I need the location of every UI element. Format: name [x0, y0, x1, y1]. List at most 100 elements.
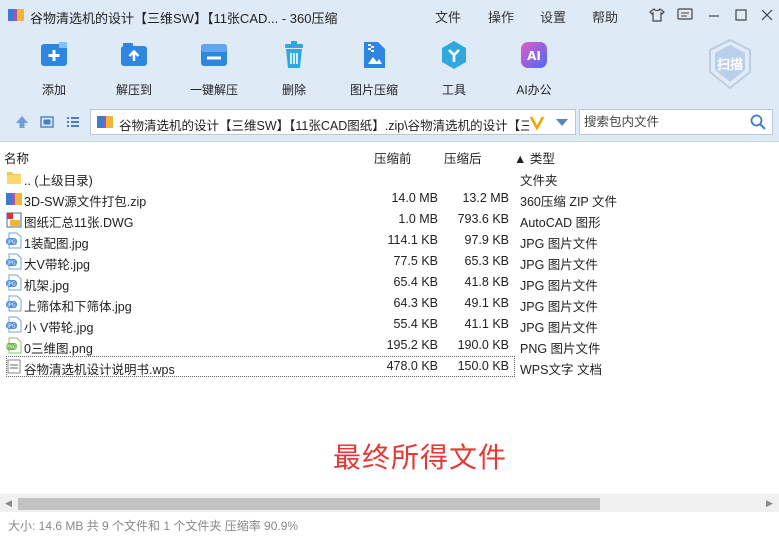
chevron-down-icon[interactable]	[555, 116, 569, 128]
size-before: 478.0 KB	[386, 359, 438, 373]
list-item[interactable]: 图纸汇总11张.DWG 1.0 MB 793.6 KB AutoCAD 图形	[0, 209, 779, 230]
list-item[interactable]: JPG 上筛体和下筛体.jpg 64.3 KB 49.1 KB JPG 图片文件	[0, 293, 779, 314]
address-bar: 谷物清选机的设计【三维SW】【11张CAD图纸】.zip\谷物清选机的设计【三维	[0, 102, 779, 142]
image-compress-icon	[364, 42, 385, 68]
message-icon[interactable]	[675, 5, 695, 25]
file-name: 机架.jpg	[24, 279, 70, 293]
one-click-extract-button[interactable]: 一键解压	[174, 40, 254, 98]
size-after: 13.2 MB	[462, 191, 509, 205]
scroll-left-icon[interactable]: ◀	[5, 498, 12, 509]
file-type: JPG 图片文件	[520, 258, 598, 272]
file-name: 谷物清选机设计说明书.wps	[24, 363, 175, 377]
scan-label: 扫描	[717, 57, 743, 73]
title-bar: 谷物清选机的设计【三维SW】【11张CAD... - 360压缩 文件 操作 设…	[0, 0, 779, 30]
history-v-icon[interactable]	[529, 114, 545, 130]
column-compressed-after[interactable]: 压缩后	[444, 148, 482, 167]
window-title: 谷物清选机的设计【三维SW】【11张CAD... - 360压缩	[30, 11, 338, 26]
svg-text:AI: AI	[527, 49, 541, 63]
list-item[interactable]: 3D-SW源文件打包.zip 14.0 MB 13.2 MB 360压缩 ZIP…	[0, 188, 779, 209]
one-click-extract-label: 一键解压	[189, 83, 238, 97]
path-field[interactable]: 谷物清选机的设计【三维SW】【11张CAD图纸】.zip\谷物清选机的设计【三维	[90, 109, 576, 135]
file-type: JPG 图片文件	[520, 300, 598, 314]
ai-office-button[interactable]: AI AI办公	[494, 40, 574, 98]
search-icon[interactable]	[750, 114, 766, 130]
file-name: 图纸汇总11张.DWG	[24, 216, 134, 230]
column-header: 名称 压缩前 压缩后 ▲ 类型	[0, 145, 779, 167]
list-item[interactable]: JPG 1装配图.jpg 114.1 KB 97.9 KB JPG 图片文件	[0, 230, 779, 251]
size-after: 190.0 KB	[457, 338, 509, 352]
toolbar: 添加 解压到 一键解压 删除 图片压缩 工具 AI AI办公 扫描	[0, 30, 779, 102]
file-type: 文件夹	[520, 174, 558, 188]
status-bar: 大小: 14.6 MB 共 9 个文件和 1 个文件夹 压缩率 90.9%	[0, 514, 779, 536]
list-item[interactable]: JPG 大V带轮.jpg 77.5 KB 65.3 KB JPG 图片文件	[0, 251, 779, 272]
search-input[interactable]	[584, 114, 744, 130]
ai-office-label: AI办公	[516, 83, 552, 97]
minimize-icon[interactable]	[704, 5, 724, 25]
file-type: AutoCAD 图形	[520, 216, 601, 230]
list-item[interactable]: PNG 0三维图.png 195.2 KB 190.0 KB PNG 图片文件	[0, 335, 779, 356]
delete-button[interactable]: 删除	[254, 40, 334, 98]
annotation-text: 最终所得文件	[333, 441, 508, 474]
size-after: 41.8 KB	[464, 275, 509, 289]
extract-to-label: 解压到	[115, 83, 152, 97]
zip-icon	[6, 193, 22, 205]
close-icon[interactable]	[757, 5, 777, 25]
status-text: 大小: 14.6 MB 共 9 个文件和 1 个文件夹 压缩率 90.9%	[8, 519, 299, 533]
jpg-icon: JPG	[6, 316, 22, 333]
jpg-icon: JPG	[6, 253, 22, 270]
menu-file[interactable]: 文件	[435, 7, 461, 26]
extract-to-button[interactable]: 解压到	[94, 40, 174, 98]
size-before: 64.3 KB	[393, 296, 438, 310]
file-type: JPG 图片文件	[520, 237, 598, 251]
scroll-right-icon[interactable]: ▶	[766, 498, 773, 509]
jpg-icon: JPG	[6, 274, 22, 291]
wps-icon	[7, 359, 21, 374]
jpg-icon: JPG	[6, 232, 22, 249]
file-name: 3D-SW源文件打包.zip	[24, 195, 147, 209]
list-item[interactable]: .. (上级目录) 文件夹	[0, 167, 779, 188]
path-text: 谷物清选机的设计【三维SW】【11张CAD图纸】.zip\谷物清选机的设计【三维	[119, 119, 529, 133]
delete-icon	[285, 41, 303, 68]
jpg-icon: JPG	[6, 295, 22, 312]
scrollbar-thumb[interactable]	[18, 498, 600, 510]
menu-operation[interactable]: 操作	[488, 7, 514, 26]
extract-to-icon	[121, 43, 147, 66]
shield-icon: 扫描	[709, 38, 751, 90]
size-before: 1.0 MB	[398, 212, 438, 226]
search-field[interactable]	[579, 109, 773, 135]
png-icon: PNG	[6, 337, 22, 354]
menu-help[interactable]: 帮助	[592, 7, 618, 26]
zip-archive-icon	[97, 116, 113, 128]
size-before: 65.4 KB	[393, 275, 438, 289]
image-compress-button[interactable]: 图片压缩	[334, 40, 414, 98]
size-before: 195.2 KB	[386, 338, 438, 352]
column-type[interactable]: ▲ 类型	[514, 148, 555, 167]
add-button[interactable]: 添加	[14, 40, 94, 98]
maximize-icon[interactable]	[731, 5, 751, 25]
skin-icon[interactable]	[647, 5, 667, 25]
one-click-extract-icon	[201, 44, 227, 66]
list-item[interactable]: JPG 机架.jpg 65.4 KB 41.8 KB JPG 图片文件	[0, 272, 779, 293]
list-item[interactable]: JPG 小 V带轮.jpg 55.4 KB 41.1 KB JPG 图片文件	[0, 314, 779, 335]
tools-label: 工具	[441, 83, 466, 97]
tools-button[interactable]: 工具	[414, 40, 494, 98]
up-arrow-icon[interactable]	[14, 114, 30, 130]
file-type: JPG 图片文件	[520, 279, 598, 293]
column-name[interactable]: 名称	[4, 148, 29, 167]
image-compress-label: 图片压缩	[349, 83, 398, 97]
scan-button[interactable]: 扫描	[704, 38, 756, 90]
horizontal-scrollbar[interactable]: ◀ ▶	[0, 494, 779, 512]
list-item-selected[interactable]: 谷物清选机设计说明书.wps 478.0 KB 150.0 KB WPS文字 文…	[0, 356, 779, 377]
file-name: 大V带轮.jpg	[24, 258, 90, 272]
file-type: PNG 图片文件	[520, 342, 601, 356]
menu-settings[interactable]: 设置	[540, 7, 566, 26]
svg-text:JPG: JPG	[6, 282, 15, 288]
size-after: 41.1 KB	[464, 317, 509, 331]
size-after: 97.9 KB	[464, 233, 509, 247]
column-compressed-before[interactable]: 压缩前	[374, 148, 412, 167]
list-view-icon[interactable]	[65, 114, 81, 130]
file-name: 上筛体和下筛体.jpg	[24, 300, 132, 314]
thumbnail-view-icon[interactable]	[39, 114, 55, 130]
add-icon	[41, 42, 67, 66]
app-zip-icon	[8, 9, 24, 21]
